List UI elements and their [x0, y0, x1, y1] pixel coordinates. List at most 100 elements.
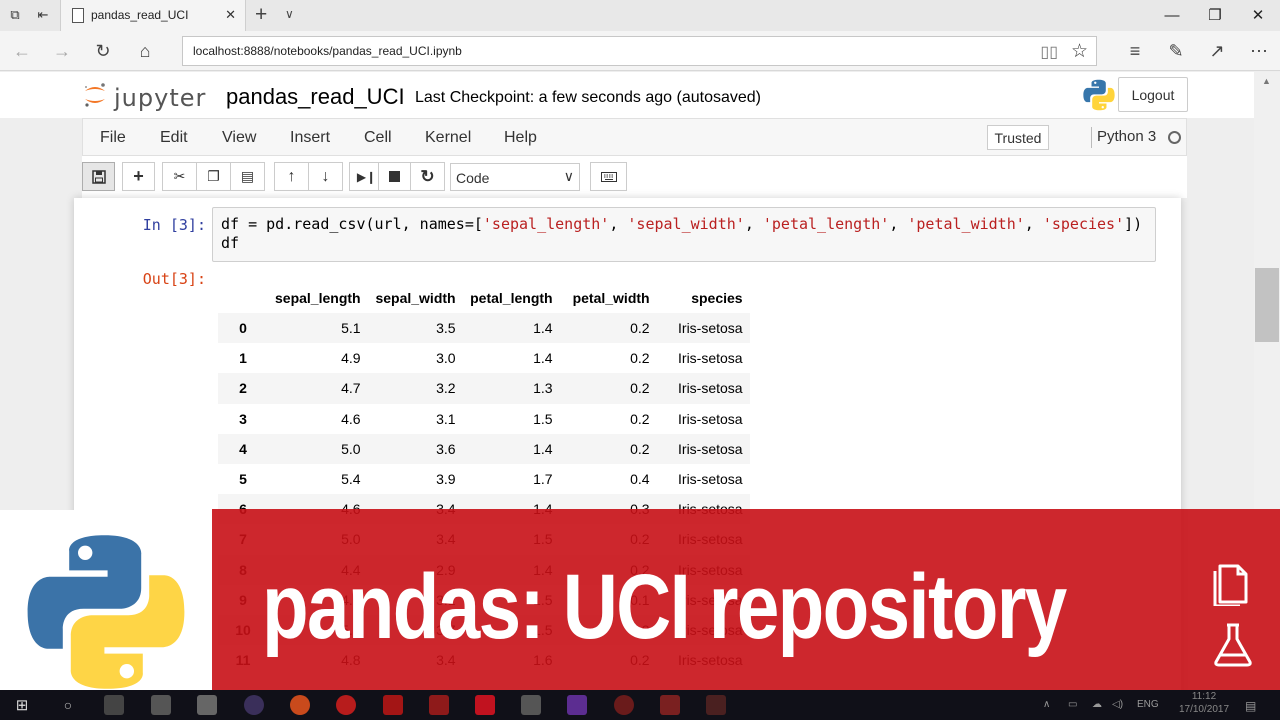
scissors-icon: ✂	[173, 168, 186, 184]
table-row: 5 5.4 3.9 1.7 0.4 Iris-setosa	[218, 464, 750, 494]
code-token: ,	[609, 215, 628, 233]
close-tab-icon[interactable]: ✕	[225, 7, 236, 23]
code-string: 'petal_length'	[762, 215, 890, 233]
cell-type-select[interactable]: Code ∨	[450, 163, 580, 191]
back-icon[interactable]: ←	[10, 40, 34, 62]
code-token: df	[221, 234, 240, 252]
row-index: 4	[239, 440, 247, 457]
menu-insert[interactable]: Insert	[290, 129, 330, 147]
app-icon[interactable]	[151, 695, 171, 715]
menu-kernel[interactable]: Kernel	[425, 129, 471, 147]
app-icon[interactable]	[614, 695, 634, 715]
language-indicator[interactable]: ENG	[1137, 699, 1159, 710]
address-bar[interactable]: localhost:8888/notebooks/pandas_read_UCI…	[182, 36, 1097, 66]
new-tab-icon[interactable]: +	[255, 3, 267, 27]
home-icon[interactable]: ⌂	[133, 40, 157, 62]
word-icon[interactable]	[429, 695, 449, 715]
table-cell: 3.0	[436, 350, 456, 367]
row-index: 1	[239, 350, 247, 367]
code-token: df = pd.read_csv(url, names=[	[221, 215, 483, 233]
python-logo-large-icon	[27, 535, 185, 689]
chevron-down-icon: ∨	[563, 168, 574, 184]
menu-help[interactable]: Help	[504, 129, 537, 147]
windows-start-icon[interactable]: ⊞	[12, 695, 32, 715]
table-cell: 3.5	[436, 320, 456, 337]
web-note-icon[interactable]: ✎	[1164, 40, 1188, 62]
favorite-star-icon[interactable]: ☆	[1071, 40, 1088, 63]
row-index: 5	[239, 471, 247, 488]
save-button[interactable]	[82, 162, 115, 191]
browser-nav-bar: ← → ↻ ⌂ localhost:8888/notebooks/pandas_…	[0, 31, 1280, 71]
app-icon[interactable]	[521, 695, 541, 715]
terminal-icon[interactable]	[706, 695, 726, 715]
insert-cell-button[interactable]: +	[122, 162, 155, 191]
scrollbar-thumb[interactable]	[1255, 268, 1279, 342]
maximize-button[interactable]: ❐	[1195, 4, 1235, 26]
table-header-row: sepal_length sepal_width petal_length petal…	[218, 283, 750, 313]
copy-button[interactable]: ❐	[196, 162, 231, 191]
app-icon[interactable]	[660, 695, 680, 715]
chevron-down-icon[interactable]: ∨	[285, 7, 294, 21]
code-text: df = pd.read_csv(url, names=['sepal_leng…	[221, 215, 1142, 253]
reading-view-icon[interactable]: ▯▯	[1040, 42, 1058, 62]
share-icon[interactable]: ↗	[1205, 40, 1229, 62]
restart-button[interactable]: ↻	[410, 162, 445, 191]
table-cell: 3.2	[436, 380, 456, 397]
set-tabs-aside-icon[interactable]: ⇤	[33, 6, 53, 24]
menu-edit[interactable]: Edit	[160, 129, 188, 147]
app-icon[interactable]	[197, 695, 217, 715]
trusted-indicator[interactable]: Trusted	[987, 125, 1049, 150]
paste-button[interactable]: ▤	[230, 162, 265, 191]
network-icon[interactable]: ☁	[1092, 699, 1102, 710]
row-index: 0	[239, 320, 247, 337]
volume-icon[interactable]: ◁)	[1112, 699, 1123, 710]
tab-pandas-read-uci[interactable]: pandas_read_UCI ✕	[60, 0, 246, 31]
keyboard-icon	[600, 171, 617, 182]
excel-icon[interactable]	[383, 695, 403, 715]
tab-overview-icon[interactable]: ⧉	[5, 6, 25, 24]
code-cell-input[interactable]: df = pd.read_csv(url, names=['sepal_leng…	[212, 207, 1156, 262]
search-icon[interactable]: ○	[58, 695, 78, 715]
code-line: df = pd.read_csv(url, names=['sepal_leng…	[221, 215, 1142, 234]
visual-studio-icon[interactable]	[567, 695, 587, 715]
refresh-icon[interactable]: ↻	[91, 40, 115, 62]
command-palette-button[interactable]	[590, 162, 627, 191]
task-view-icon[interactable]	[104, 695, 124, 715]
powerpoint-icon[interactable]	[475, 695, 495, 715]
forward-icon[interactable]: →	[50, 40, 74, 62]
table-cell: 5.0	[341, 440, 361, 457]
minimize-button[interactable]: —	[1152, 4, 1192, 26]
tray-chevron-icon[interactable]: ∧	[1043, 699, 1050, 710]
favorites-hub-icon[interactable]: ≡	[1123, 40, 1147, 62]
cut-button[interactable]: ✂	[162, 162, 197, 191]
jupyter-orbit-icon	[85, 83, 105, 107]
more-icon[interactable]: ⋯	[1247, 40, 1271, 62]
interrupt-button[interactable]	[378, 162, 411, 191]
column-header-species: species	[691, 290, 743, 306]
jupyter-logo[interactable]: jupyter	[80, 78, 208, 112]
table-cell: 5.4	[341, 471, 361, 488]
notebook-name[interactable]: pandas_read_UCI	[226, 84, 405, 110]
step-forward-icon: ▶❙	[356, 169, 377, 184]
move-down-button[interactable]: ↓	[308, 162, 343, 191]
table-cell: 3.9	[436, 471, 456, 488]
chrome-icon[interactable]	[336, 695, 356, 715]
menu-file[interactable]: File	[100, 129, 126, 147]
scroll-up-icon[interactable]: ▲	[1262, 76, 1271, 86]
menu-cell[interactable]: Cell	[364, 129, 392, 147]
menu-view[interactable]: View	[222, 129, 256, 147]
clock[interactable]: 11:12 17/10/2017	[1172, 690, 1236, 716]
table-cell: 0.2	[630, 350, 650, 367]
code-token: ])	[1124, 215, 1143, 233]
move-up-button[interactable]: ↑	[274, 162, 309, 191]
logout-button[interactable]: Logout	[1118, 77, 1188, 112]
save-icon	[91, 169, 106, 184]
close-window-button[interactable]: ✕	[1238, 4, 1278, 26]
firefox-icon[interactable]	[290, 695, 310, 715]
kernel-name[interactable]: Python 3	[1097, 128, 1156, 145]
notifications-icon[interactable]: ▤	[1245, 699, 1256, 713]
app-icon[interactable]	[244, 695, 264, 715]
tray-icon[interactable]: ▭	[1068, 699, 1077, 710]
code-string: 'petal_width'	[907, 215, 1025, 233]
table-cell: 0.2	[630, 410, 650, 427]
